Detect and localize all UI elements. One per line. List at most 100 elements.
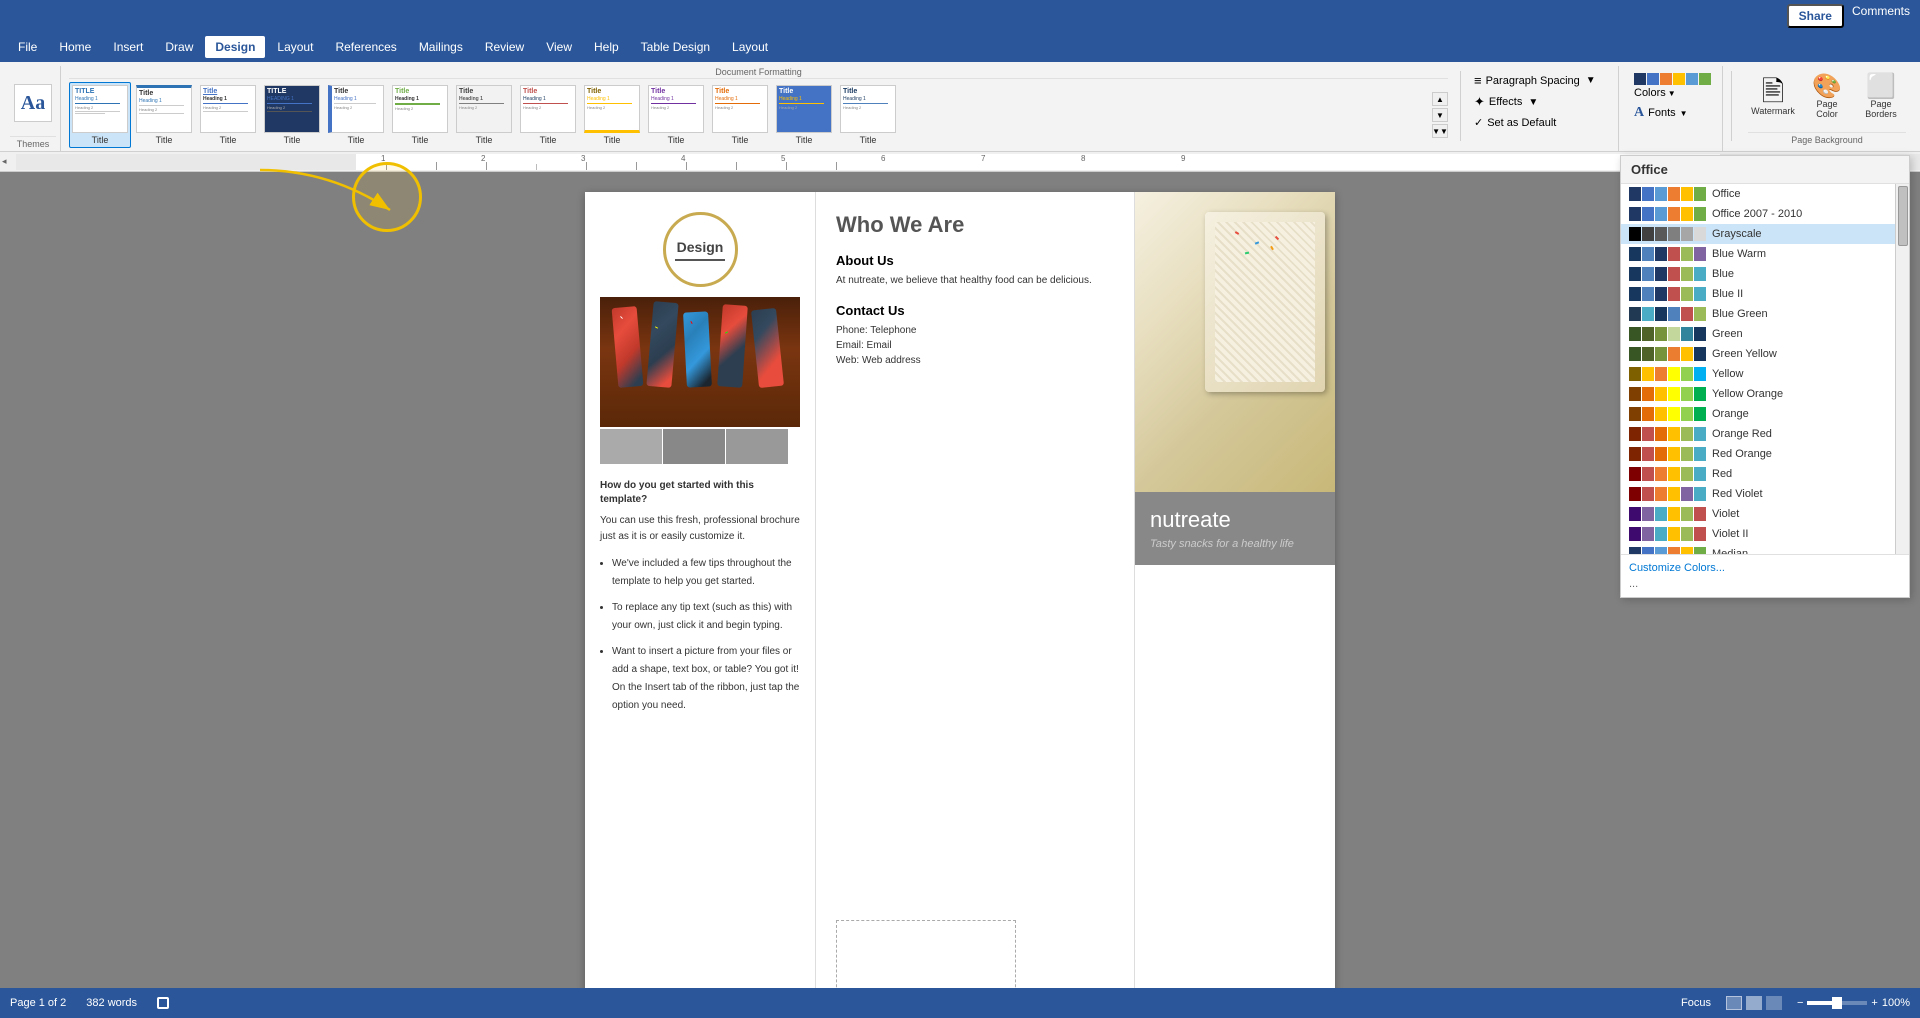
customize-section: Customize Colors... ... <box>1621 554 1909 597</box>
menu-home[interactable]: Home <box>49 36 101 58</box>
fonts-label: Fonts <box>1648 107 1676 119</box>
theme-item-8[interactable]: Title Heading 1 Heading 2 Title <box>517 82 579 148</box>
page-color-label: Page Color <box>1809 99 1845 119</box>
color-theme-row-8[interactable]: Green Yellow <box>1621 344 1909 364</box>
gallery-up-arrow[interactable]: ▲ <box>1432 92 1448 106</box>
theme-item-12[interactable]: Title Heading 1 Heading 2 Title <box>773 82 835 148</box>
thumbnail-row <box>600 429 800 464</box>
fonts-button[interactable]: A Fonts ▼ <box>1629 102 1693 124</box>
page-color-button[interactable]: 🎨 Page Color <box>1802 70 1852 124</box>
color-theme-name-2: Grayscale <box>1712 228 1762 240</box>
colors-panel-body: OfficeOffice 2007 - 2010 Grayscale Blue Wa… <box>1621 184 1909 554</box>
set-as-default-button[interactable]: ✓ Set as Default <box>1469 113 1618 132</box>
color-theme-row-4[interactable]: Blue <box>1621 264 1909 284</box>
zoom-in-btn[interactable]: + <box>1871 997 1877 1009</box>
color-theme-row-9[interactable]: Yellow <box>1621 364 1909 384</box>
read-mode-btn[interactable] <box>1766 996 1782 1010</box>
theme-item-3[interactable]: Title Heading 1 Heading 2 Title <box>197 82 259 148</box>
zoom-out-btn[interactable]: − <box>1797 997 1803 1009</box>
accessibility-icon[interactable] <box>157 997 169 1009</box>
color-theme-row-5[interactable]: Blue II <box>1621 284 1909 304</box>
design-circle[interactable]: Design <box>663 212 738 287</box>
comments-button[interactable]: Comments <box>1852 4 1910 28</box>
menu-table-design[interactable]: Table Design <box>631 36 720 58</box>
theme-item-4[interactable]: TITLE HEADING 1 Heading 2 Title <box>261 82 323 148</box>
color-theme-row-14[interactable]: Red <box>1621 464 1909 484</box>
colors-button[interactable]: Colors ▼ <box>1629 70 1716 102</box>
theme-item-10[interactable]: Title Heading 1 Heading 2 Title <box>645 82 707 148</box>
color-theme-row-11[interactable]: Orange <box>1621 404 1909 424</box>
middle-bottom-box <box>836 920 1016 990</box>
watermark-icon: 🖹 <box>1762 78 1785 106</box>
theme-item-1[interactable]: TITLE Heading 1 Heading 2 Title <box>69 82 131 148</box>
menu-references[interactable]: References <box>325 36 406 58</box>
color-theme-name-13: Red Orange <box>1712 448 1772 460</box>
page-borders-label: Page Borders <box>1863 99 1899 119</box>
title-bar-buttons: Share Comments <box>1787 4 1910 28</box>
page-borders-button[interactable]: ⬜ Page Borders <box>1856 70 1906 124</box>
paragraph-spacing-button[interactable]: ≡ Paragraph Spacing ▼ <box>1469 70 1618 91</box>
print-layout-btn[interactable] <box>1726 996 1742 1010</box>
theme-item-11[interactable]: Title Heading 1 Heading 2 Title <box>709 82 771 148</box>
colors-panel-scrollbar[interactable] <box>1895 184 1909 554</box>
color-rows-container: OfficeOffice 2007 - 2010 Grayscale Blue Wa… <box>1621 184 1909 554</box>
themes-label: Themes <box>10 136 56 151</box>
menu-layout[interactable]: Layout <box>267 36 323 58</box>
color-theme-row-2[interactable]: Grayscale <box>1621 224 1909 244</box>
menu-view[interactable]: View <box>536 36 582 58</box>
annotation-overlay <box>250 160 450 263</box>
color-theme-row-12[interactable]: Orange Red <box>1621 424 1909 444</box>
page-info: Page 1 of 2 <box>10 997 66 1009</box>
menu-layout2[interactable]: Layout <box>722 36 778 58</box>
menu-draw[interactable]: Draw <box>155 36 203 58</box>
menu-file[interactable]: File <box>8 36 47 58</box>
color-theme-row-1[interactable]: Office 2007 - 2010 <box>1621 204 1909 224</box>
page-color-icon: 🎨 <box>1812 75 1842 99</box>
color-theme-row-16[interactable]: Violet <box>1621 504 1909 524</box>
theme-item-5[interactable]: Title Heading 1 Heading 2 Title <box>325 82 387 148</box>
gallery-more-arrow[interactable]: ▼▼ <box>1432 124 1448 138</box>
customize-colors-button[interactable]: Customize Colors... <box>1629 560 1901 576</box>
theme-item-2[interactable]: Title Heading 1 Heading 2 Title <box>133 82 195 148</box>
gallery-down-arrow[interactable]: ▼ <box>1432 108 1448 122</box>
who-heading: Who We Are <box>836 212 1114 238</box>
theme-item-7[interactable]: Title Heading 1 Heading 2 Title <box>453 82 515 148</box>
menu-help[interactable]: Help <box>584 36 629 58</box>
theme-item-6[interactable]: Title Heading 1 Heading 2 Title <box>389 82 451 148</box>
web-layout-btn[interactable] <box>1746 996 1762 1010</box>
themes-icon: Aa <box>14 84 52 122</box>
color-theme-row-15[interactable]: Red Violet <box>1621 484 1909 504</box>
status-right: Focus − + 100% <box>1681 996 1910 1010</box>
color-theme-row-18[interactable]: Median <box>1621 544 1909 554</box>
theme-item-9[interactable]: Title Heading 1 Heading 2 Title <box>581 82 643 148</box>
color-theme-row-10[interactable]: Yellow Orange <box>1621 384 1909 404</box>
theme-item-13[interactable]: Title Heading 1 Heading 2 Title <box>837 82 899 148</box>
menu-design[interactable]: Design <box>205 36 265 58</box>
zoom-controls: − + 100% <box>1797 997 1910 1009</box>
share-button[interactable]: Share <box>1787 4 1844 28</box>
color-theme-name-6: Blue Green <box>1712 308 1768 320</box>
color-theme-row-3[interactable]: Blue Warm <box>1621 244 1909 264</box>
focus-label[interactable]: Focus <box>1681 997 1711 1009</box>
zoom-slider[interactable] <box>1807 1001 1867 1005</box>
scrollbar-thumb[interactable] <box>1898 186 1908 246</box>
themes-button[interactable]: Aa <box>10 80 56 126</box>
color-theme-name-7: Green <box>1712 328 1743 340</box>
zoom-thumb[interactable] <box>1832 997 1842 1009</box>
color-theme-row-17[interactable]: Violet II <box>1621 524 1909 544</box>
color-theme-row-7[interactable]: Green <box>1621 324 1909 344</box>
ruler-left-margin: ◂ <box>0 154 8 169</box>
colors-panel-ellipsis: ... <box>1629 576 1901 592</box>
menu-insert[interactable]: Insert <box>103 36 153 58</box>
color-theme-row-6[interactable]: Blue Green <box>1621 304 1909 324</box>
color-theme-name-16: Violet <box>1712 508 1739 520</box>
menu-mailings[interactable]: Mailings <box>409 36 473 58</box>
bullet-1: We've included a few tips throughout the… <box>612 555 800 591</box>
menu-review[interactable]: Review <box>475 36 534 58</box>
food-image <box>600 297 800 427</box>
watermark-button[interactable]: 🖹 Watermark <box>1748 73 1798 121</box>
color-theme-name-18: Median <box>1712 548 1748 554</box>
effects-button[interactable]: ✦ Effects ▼ <box>1469 91 1618 113</box>
color-theme-row-0[interactable]: Office <box>1621 184 1909 204</box>
color-theme-row-13[interactable]: Red Orange <box>1621 444 1909 464</box>
